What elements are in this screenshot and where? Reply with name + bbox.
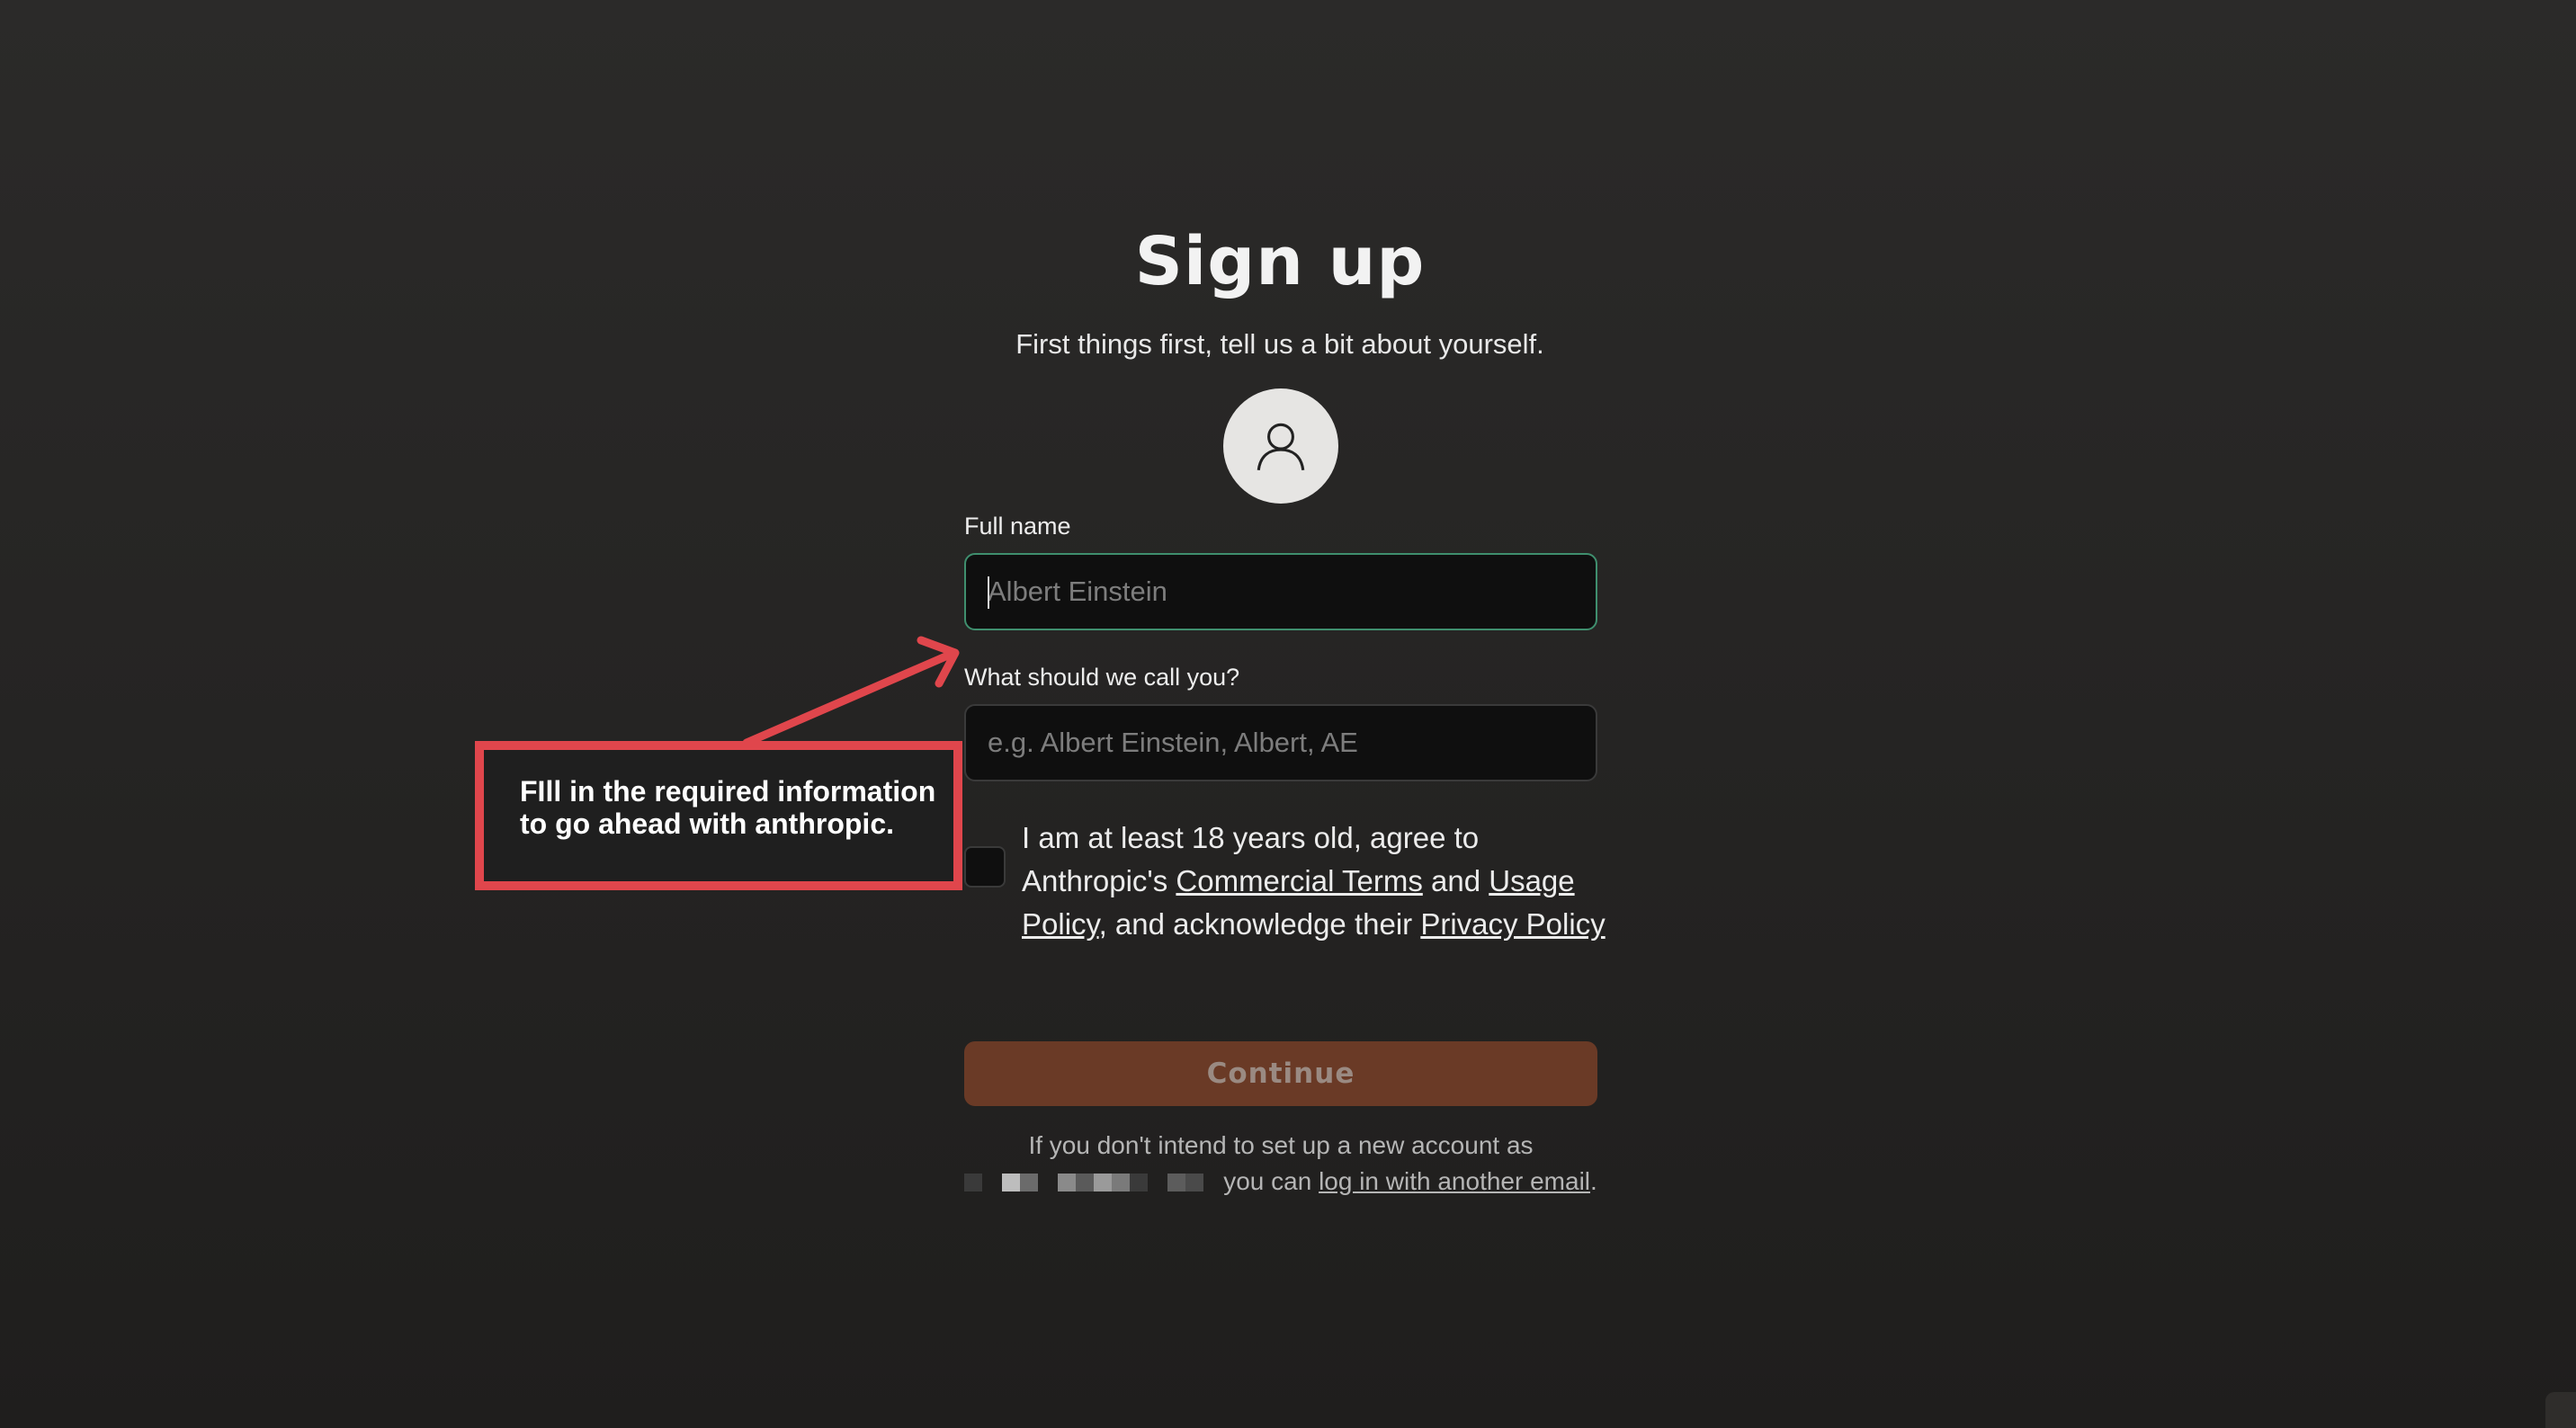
- footer-text: .: [1590, 1167, 1597, 1195]
- user-icon: [1257, 423, 1305, 471]
- corner-badge: [2545, 1392, 2576, 1428]
- commercial-terms-link[interactable]: Commercial Terms: [1176, 864, 1422, 897]
- privacy-policy-link[interactable]: Privacy Policy: [1420, 907, 1605, 941]
- full-name-input[interactable]: [964, 553, 1597, 630]
- nickname-label: What should we call you?: [964, 664, 1240, 691]
- page-subtitle: First things first, tell us a bit about …: [1015, 328, 1544, 360]
- footer-text: you can: [1223, 1167, 1319, 1195]
- consent-text: I am at least 18 years old, agree to Ant…: [1022, 817, 1606, 946]
- consent-text-part: , and acknowledge their: [1098, 907, 1421, 941]
- text-caret: [988, 576, 989, 609]
- nickname-input[interactable]: [964, 704, 1597, 781]
- login-another-email-link[interactable]: log in with another email: [1319, 1167, 1590, 1195]
- footer-text: If you don't intend to set up a new acco…: [1028, 1131, 1534, 1159]
- page-title: Sign up: [1134, 223, 1426, 300]
- annotation-text: FIll in the required information to go a…: [520, 775, 936, 840]
- footer-note: If you don't intend to set up a new acco…: [964, 1128, 1597, 1201]
- consent-checkbox[interactable]: [964, 846, 1006, 888]
- signup-page: Sign up First things first, tell us a bi…: [0, 0, 2576, 1428]
- redacted-email: [964, 1165, 1204, 1201]
- avatar-upload[interactable]: [1223, 388, 1338, 504]
- continue-button[interactable]: Continue: [964, 1041, 1597, 1106]
- consent-text-part: and: [1422, 864, 1489, 897]
- full-name-label: Full name: [964, 513, 1071, 540]
